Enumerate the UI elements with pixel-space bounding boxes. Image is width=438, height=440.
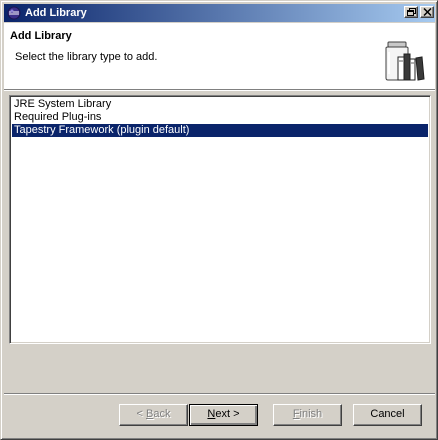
next-label: ext [215,408,231,420]
list-item-jre-system-library[interactable]: JRE System Library [12,98,428,111]
list-item-required-plug-ins[interactable]: Required Plug-ins [12,111,428,124]
eclipse-icon [7,6,21,20]
list-item-tapestry-framework[interactable]: Tapestry Framework (plugin default) [12,124,428,137]
header-separator [4,89,435,91]
finish-mnemonic: F [292,408,300,420]
next-arrow: > [233,408,240,420]
close-button[interactable] [420,6,434,18]
back-button[interactable]: < Back [119,404,188,426]
maximize-icon [407,8,416,16]
window-title: Add Library [25,7,87,19]
finish-button[interactable]: Finish [273,404,342,426]
page-title: Add Library [10,30,72,42]
finish-label: inish [299,408,323,420]
page-description: Select the library type to add. [15,51,158,63]
add-library-dialog: Add Library Add Library Select the libra… [0,0,438,440]
close-icon [423,8,432,16]
maximize-button[interactable] [404,6,418,18]
back-label: ack [153,408,171,420]
wizard-header: Add Library Select the library type to a… [4,23,435,89]
title-bar[interactable]: Add Library [4,4,435,22]
library-books-icon [379,40,427,82]
cancel-button[interactable]: Cancel [353,404,422,426]
next-button[interactable]: Next > [189,404,258,426]
library-type-list[interactable]: JRE System Library Required Plug-ins Tap… [9,95,431,344]
footer-separator [4,393,435,395]
back-arrow: < [136,408,143,420]
